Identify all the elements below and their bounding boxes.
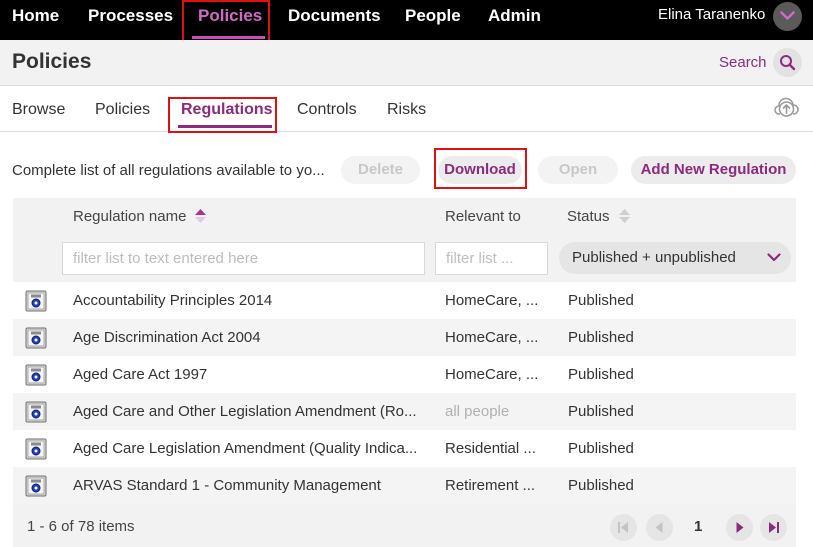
- relevant-to-cell: all people: [445, 403, 510, 420]
- nav-processes[interactable]: Processes: [88, 0, 173, 32]
- download-button[interactable]: Download: [438, 156, 522, 184]
- nav-active-indicator: [192, 36, 265, 39]
- sub-tabs: Browse Policies Regulations Controls Ris…: [0, 87, 813, 132]
- status-filter-select[interactable]: Published + unpublished: [559, 242, 791, 274]
- regulation-name-cell: Aged Care and Other Legislation Amendmen…: [73, 403, 417, 420]
- last-page-button[interactable]: [760, 514, 787, 541]
- table-header: Regulation name Relevant to Status Publi…: [13, 198, 796, 282]
- page-title: Policies: [12, 50, 92, 73]
- first-page-button[interactable]: [610, 514, 637, 541]
- regulation-document-icon: [25, 327, 47, 349]
- search-icon: [780, 55, 796, 71]
- list-description: Complete list of all regulations availab…: [12, 162, 325, 179]
- relevant-to-cell: Residential ...: [445, 440, 536, 457]
- column-header-regulation-name[interactable]: Regulation name: [73, 208, 186, 225]
- item-count: 1 - 6 of 78 items: [27, 518, 135, 535]
- regulation-name-cell: Aged Care Legislation Amendment (Quality…: [73, 440, 418, 457]
- sort-icon[interactable]: [618, 208, 631, 224]
- open-button[interactable]: Open: [538, 156, 618, 184]
- table-row[interactable]: Aged Care and Other Legislation Amendmen…: [13, 393, 796, 430]
- next-page-button[interactable]: [726, 514, 753, 541]
- status-filter-value: Published + unpublished: [572, 249, 736, 266]
- add-new-regulation-button[interactable]: Add New Regulation: [631, 156, 796, 184]
- tab-policies[interactable]: Policies: [95, 101, 150, 119]
- tab-risks[interactable]: Risks: [387, 101, 426, 119]
- user-name[interactable]: Elina Taranenko: [658, 6, 765, 23]
- previous-page-button[interactable]: [646, 514, 673, 541]
- regulation-name-cell: Age Discrimination Act 2004: [73, 329, 261, 346]
- upload-icon[interactable]: [774, 97, 799, 119]
- search-button[interactable]: [773, 48, 802, 77]
- status-cell: Published: [568, 292, 634, 309]
- table-row[interactable]: Age Discrimination Act 2004 HomeCare, ...…: [13, 319, 796, 356]
- regulation-name-cell: Accountability Principles 2014: [73, 292, 273, 309]
- first-page-icon: [618, 522, 628, 533]
- relevant-to-cell: HomeCare, ...: [445, 292, 539, 309]
- regulation-document-icon: [25, 364, 47, 386]
- status-cell: Published: [568, 366, 634, 383]
- status-cell: Published: [568, 329, 634, 346]
- nav-people[interactable]: People: [405, 0, 461, 32]
- tab-controls[interactable]: Controls: [297, 101, 357, 119]
- sort-ascending-icon[interactable]: [194, 208, 207, 224]
- table-row[interactable]: Aged Care Legislation Amendment (Quality…: [13, 430, 796, 467]
- relevant-to-cell: HomeCare, ...: [445, 329, 539, 346]
- nav-home[interactable]: Home: [12, 0, 59, 32]
- top-navigation-bar: Home Processes Policies Documents People…: [0, 0, 813, 40]
- tab-regulations[interactable]: Regulations: [181, 101, 273, 119]
- relevant-to-filter-input[interactable]: [435, 242, 548, 275]
- relevant-to-cell: HomeCare, ...: [445, 366, 539, 383]
- status-cell: Published: [568, 477, 634, 494]
- table-footer: 1 - 6 of 78 items 1: [13, 504, 796, 547]
- regulation-document-icon: [25, 290, 47, 312]
- regulation-document-icon: [25, 401, 47, 423]
- nav-admin[interactable]: Admin: [488, 0, 541, 32]
- current-page-number[interactable]: 1: [694, 518, 702, 535]
- status-cell: Published: [568, 403, 634, 420]
- previous-page-icon: [655, 522, 663, 533]
- search-link[interactable]: Search: [719, 54, 767, 71]
- nav-documents[interactable]: Documents: [288, 0, 381, 32]
- tab-browse[interactable]: Browse: [12, 101, 65, 119]
- regulation-name-filter-input[interactable]: [62, 242, 425, 275]
- delete-button[interactable]: Delete: [341, 156, 420, 184]
- table-row[interactable]: ARVAS Standard 1 - Community Management R…: [13, 467, 796, 504]
- nav-policies[interactable]: Policies: [198, 0, 262, 32]
- relevant-to-cell: Retirement ...: [445, 477, 536, 494]
- next-page-icon: [736, 522, 744, 533]
- column-header-relevant-to[interactable]: Relevant to: [445, 208, 521, 225]
- last-page-icon: [769, 522, 779, 533]
- status-cell: Published: [568, 440, 634, 457]
- chevron-down-icon: [767, 253, 781, 262]
- tab-active-indicator: [178, 125, 272, 128]
- table-row[interactable]: Aged Care Act 1997 HomeCare, ... Published: [13, 356, 796, 393]
- user-menu-button[interactable]: [773, 2, 802, 31]
- regulation-name-cell: Aged Care Act 1997: [73, 366, 208, 383]
- regulation-name-cell: ARVAS Standard 1 - Community Management: [73, 477, 381, 494]
- page-header: Policies Search: [0, 40, 813, 86]
- table-row[interactable]: Accountability Principles 2014 HomeCare, …: [13, 282, 796, 319]
- regulation-document-icon: [25, 438, 47, 460]
- regulation-document-icon: [25, 475, 47, 497]
- column-header-status[interactable]: Status: [567, 208, 610, 225]
- chevron-down-icon: [780, 11, 795, 20]
